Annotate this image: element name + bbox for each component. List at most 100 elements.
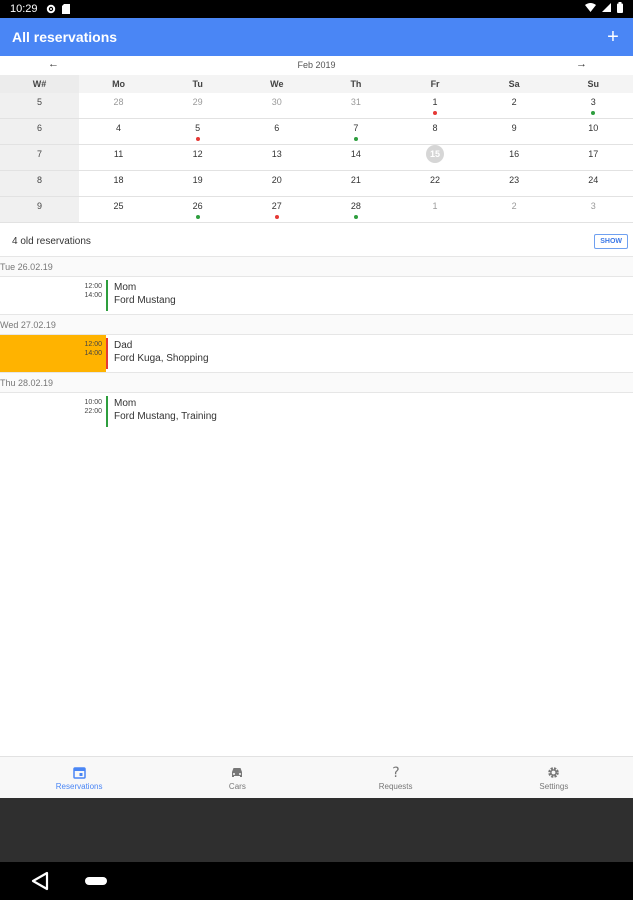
calendar-icon	[72, 764, 86, 780]
weekday-header: Fr	[395, 75, 475, 93]
day-number: 22	[430, 175, 441, 185]
reservation-person: Dad	[114, 340, 133, 351]
day-number: 1	[432, 97, 438, 107]
calendar-day[interactable]: 11	[79, 145, 159, 171]
calendar-day[interactable]: 8	[395, 119, 475, 145]
day-number: 8	[432, 123, 438, 133]
calendar-day[interactable]: 4	[79, 119, 159, 145]
reservation-details: Ford Mustang	[114, 295, 176, 306]
calendar-day[interactable]: 2	[474, 93, 554, 119]
car-icon	[230, 764, 244, 780]
calendar-day[interactable]: 3	[553, 93, 633, 119]
day-number: 28	[113, 97, 124, 107]
calendar-day[interactable]: 13	[237, 145, 317, 171]
reservation-details: Ford Mustang, Training	[114, 411, 217, 422]
back-icon[interactable]	[30, 871, 50, 896]
day-number: 29	[192, 97, 203, 107]
calendar-day[interactable]: 12	[158, 145, 238, 171]
calendar-day[interactable]: 7	[316, 119, 396, 145]
day-number: 9	[511, 123, 517, 133]
time-range: 12:00 14:00	[0, 277, 106, 314]
calendar-day[interactable]: 26	[158, 197, 238, 223]
status-time: 10:29	[10, 3, 38, 15]
day-header: Tue 26.02.19	[0, 256, 633, 277]
calendar-day[interactable]: 20	[237, 171, 317, 197]
sd-card-icon	[61, 4, 70, 14]
calendar-day[interactable]: 24	[553, 171, 633, 197]
day-number: 2	[511, 201, 517, 211]
day-number: 27	[271, 201, 282, 211]
calendar-day[interactable]: 1	[395, 93, 475, 119]
old-reservations-text: 4 old reservations	[12, 235, 91, 247]
screen: 10:29 All reservations + ← Feb 2019 → W#…	[0, 0, 633, 900]
calendar-day[interactable]: 31	[316, 93, 396, 119]
old-reservations-bar: 4 old reservations SHOW	[0, 228, 633, 254]
calendar-day[interactable]: 18	[79, 171, 159, 197]
nav-requests[interactable]: ? Requests	[317, 757, 475, 798]
calendar-day[interactable]: 30	[237, 93, 317, 119]
nav-label: Requests	[378, 782, 413, 791]
calendar-day[interactable]: 15	[395, 145, 475, 171]
weekday-header: Su	[553, 75, 633, 93]
calendar-day[interactable]: 2	[474, 197, 554, 223]
reservation-dot-red	[274, 215, 279, 219]
day-number: 3	[590, 201, 596, 211]
week-number: 5	[0, 93, 79, 119]
calendar-day[interactable]: 25	[79, 197, 159, 223]
add-reservation-button[interactable]: +	[605, 27, 621, 47]
day-number: 25	[113, 201, 124, 211]
day-number: 30	[271, 97, 282, 107]
day-number: 2	[511, 97, 517, 107]
reservation-item[interactable]: 12:00 14:00 Mom Ford Mustang	[0, 277, 633, 314]
next-month-button[interactable]: →	[576, 58, 587, 70]
weekday-header: Mo	[79, 75, 159, 93]
reservation-info: Mom Ford Mustang	[108, 277, 176, 314]
reservation-details: Ford Kuga, Shopping	[114, 353, 209, 364]
nav-reservations[interactable]: Reservations	[0, 757, 158, 798]
reservation-dot-green	[591, 111, 596, 115]
reservation-dot-red	[433, 111, 438, 115]
calendar-day[interactable]: 19	[158, 171, 238, 197]
calendar-day[interactable]: 5	[158, 119, 238, 145]
nav-cars[interactable]: Cars	[158, 757, 316, 798]
reservation-info: Mom Ford Mustang, Training	[108, 393, 217, 430]
weekday-header: Sa	[474, 75, 554, 93]
calendar-day[interactable]: 1	[395, 197, 475, 223]
app-bar: All reservations +	[0, 18, 633, 56]
week-number: 9	[0, 197, 79, 223]
calendar-day[interactable]: 28	[79, 93, 159, 119]
calendar-day[interactable]: 27	[237, 197, 317, 223]
week-number: 7	[0, 145, 79, 171]
calendar-day[interactable]: 29	[158, 93, 238, 119]
reservation-item[interactable]: 10:00 22:00 Mom Ford Mustang, Training	[0, 393, 633, 430]
today-marker: 15	[426, 145, 445, 163]
calendar-day[interactable]: 10	[553, 119, 633, 145]
calendar-day[interactable]: 16	[474, 145, 554, 171]
reservation-dot-green	[353, 215, 358, 219]
day-number: 5	[195, 123, 201, 133]
reservation-item[interactable]: 12:00 14:00 Dad Ford Kuga, Shopping	[0, 335, 633, 372]
day-number: 14	[350, 149, 361, 159]
weekday-header: Th	[316, 75, 396, 93]
calendar-day[interactable]: 23	[474, 171, 554, 197]
calendar-day[interactable]: 14	[316, 145, 396, 171]
calendar-day[interactable]: 21	[316, 171, 396, 197]
calendar-day[interactable]: 22	[395, 171, 475, 197]
day-number: 12	[192, 149, 203, 159]
day-number: 3	[590, 97, 596, 107]
nav-settings[interactable]: Settings	[475, 757, 633, 798]
weekday-header: We	[237, 75, 317, 93]
calendar-day[interactable]: 28	[316, 197, 396, 223]
home-button[interactable]	[85, 877, 107, 885]
wifi-icon	[585, 3, 596, 15]
show-old-reservations-button[interactable]: SHOW	[594, 233, 628, 249]
time-range: 10:00 22:00	[0, 393, 106, 430]
calendar-day[interactable]: 3	[553, 197, 633, 223]
reservation-info: Dad Ford Kuga, Shopping	[108, 335, 209, 372]
day-number: 26	[192, 201, 203, 211]
calendar-day[interactable]: 9	[474, 119, 554, 145]
status-bar: 10:29	[0, 0, 633, 18]
day-number: 19	[192, 175, 203, 185]
calendar-day[interactable]: 17	[553, 145, 633, 171]
calendar-day[interactable]: 6	[237, 119, 317, 145]
